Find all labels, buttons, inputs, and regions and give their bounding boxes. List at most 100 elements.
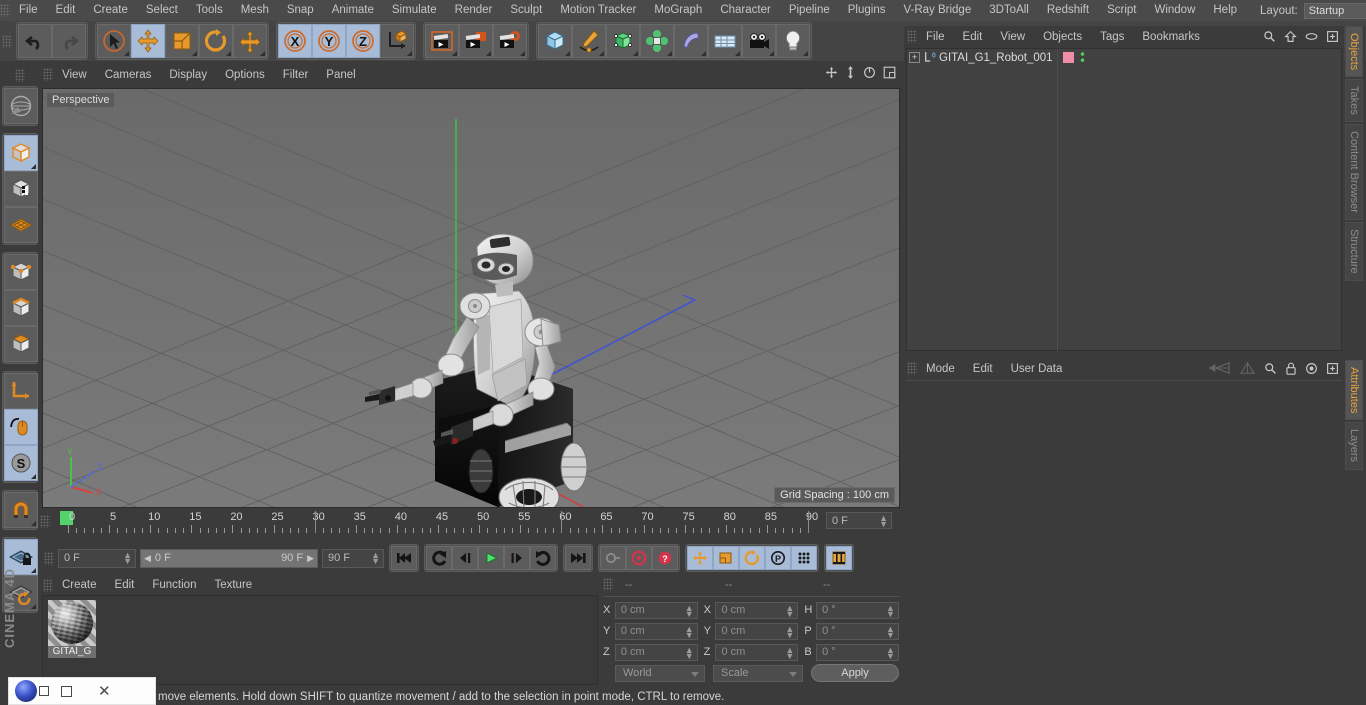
- object-menu-bookmarks[interactable]: Bookmarks: [1133, 27, 1209, 47]
- menu-animate[interactable]: Animate: [323, 0, 383, 21]
- viewport-menu-filter[interactable]: Filter: [274, 65, 318, 85]
- make-editable-icon[interactable]: [4, 135, 38, 171]
- current-frame-input[interactable]: 0 F ▲ ▼: [58, 548, 136, 568]
- transport-grip[interactable]: [44, 551, 54, 565]
- menu-v-ray-bridge[interactable]: V-Ray Bridge: [894, 0, 980, 21]
- coordinate-mode-dropdown[interactable]: Scale: [713, 664, 803, 682]
- add-layer-icon[interactable]: [1326, 30, 1339, 43]
- menu-redshift[interactable]: Redshift: [1038, 0, 1098, 21]
- preview-range-slider[interactable]: ◀ 0 F 90 F ▶: [140, 548, 318, 568]
- texture-mode-icon[interactable]: [4, 207, 38, 243]
- generator-icon[interactable]: [606, 24, 640, 58]
- document-end-input[interactable]: 90 F ▲ ▼: [322, 548, 384, 568]
- axis-y-icon[interactable]: Y: [312, 24, 346, 58]
- pos-y-input[interactable]: 0 cm ▲ ▼: [614, 622, 698, 640]
- rot-b-input[interactable]: 0 ° ▲ ▼: [816, 643, 899, 661]
- spinner-icon[interactable]: ▲ ▼: [685, 624, 694, 639]
- viewport-3d[interactable]: Perspective Grid Spacing : 100 cm Y X Z: [42, 88, 900, 508]
- spinner-icon[interactable]: ▲ ▼: [886, 603, 895, 618]
- spline-pen-icon[interactable]: [572, 24, 606, 58]
- key-pla-icon[interactable]: [791, 546, 817, 570]
- key-scale-icon[interactable]: [713, 546, 739, 570]
- menu-select[interactable]: Select: [137, 0, 187, 21]
- search-icon[interactable]: [1263, 30, 1276, 43]
- menu-edit[interactable]: Edit: [47, 0, 85, 21]
- pos-z-input[interactable]: 0 cm ▲ ▼: [614, 643, 698, 661]
- menu-file[interactable]: File: [10, 0, 47, 21]
- menu-simulate[interactable]: Simulate: [383, 0, 446, 21]
- object-axis-icon[interactable]: [4, 373, 38, 409]
- spinner-icon[interactable]: ▲ ▼: [371, 550, 380, 565]
- key-rotation-icon[interactable]: [739, 546, 765, 570]
- spinner-icon[interactable]: ▲ ▼: [685, 603, 694, 618]
- attribute-menu-mode[interactable]: Mode: [917, 359, 964, 379]
- apply-button[interactable]: Apply: [811, 664, 899, 682]
- record-keyframe-icon[interactable]: [626, 546, 652, 570]
- object-menu-view[interactable]: View: [991, 27, 1034, 47]
- tab-objects[interactable]: Objects: [1345, 26, 1363, 78]
- spinner-icon[interactable]: ▲ ▼: [785, 624, 794, 639]
- axis-x-icon[interactable]: X: [278, 24, 312, 58]
- coordinates-grip[interactable]: [603, 578, 613, 591]
- autokeying-icon[interactable]: ?: [652, 546, 678, 570]
- move-duplicate-icon[interactable]: [233, 24, 267, 58]
- viewport-menu-cameras[interactable]: Cameras: [96, 65, 161, 85]
- rot-h-input[interactable]: 0 ° ▲ ▼: [816, 601, 899, 619]
- viewport-grip[interactable]: [43, 68, 53, 81]
- timeline-grip[interactable]: [40, 515, 50, 528]
- magnet-icon[interactable]: [4, 492, 38, 528]
- deformer-icon[interactable]: [674, 24, 708, 58]
- select-cursor-icon[interactable]: [97, 24, 131, 58]
- overlay-window[interactable]: ✕: [8, 677, 156, 705]
- object-menu-edit[interactable]: Edit: [954, 27, 992, 47]
- menu-render[interactable]: Render: [446, 0, 502, 21]
- toolbar-grip[interactable]: [2, 34, 12, 48]
- menu-tools[interactable]: Tools: [187, 0, 232, 21]
- model-mode-icon[interactable]: [4, 171, 38, 207]
- rot-p-input[interactable]: 0 ° ▲ ▼: [816, 622, 899, 640]
- spinner-icon[interactable]: ▲ ▼: [123, 550, 132, 565]
- object-tree-row[interactable]: + 0 GITAI_G1_Robot_001: [907, 49, 1341, 66]
- render-view-icon[interactable]: [425, 24, 459, 58]
- pos-x-input[interactable]: 0 cm ▲ ▼: [614, 601, 698, 619]
- tab-content-browser[interactable]: Content Browser: [1345, 124, 1363, 220]
- spinner-icon[interactable]: ▲ ▼: [886, 624, 895, 639]
- menu-window[interactable]: Window: [1145, 0, 1204, 21]
- tab-attributes[interactable]: Attributes: [1345, 360, 1363, 421]
- toggle-layout-icon[interactable]: [883, 66, 896, 79]
- menu-snap[interactable]: Snap: [278, 0, 323, 21]
- search-icon[interactable]: [1264, 362, 1277, 375]
- key-parameter-icon[interactable]: P: [765, 546, 791, 570]
- size-x-input[interactable]: 0 cm ▲ ▼: [715, 601, 799, 619]
- render-settings-icon[interactable]: [493, 24, 527, 58]
- display-color-tag-icon[interactable]: [1062, 52, 1074, 63]
- go-to-start-icon[interactable]: [391, 546, 417, 570]
- timeline-toggle-icon[interactable]: [826, 546, 852, 570]
- range-right-arrow-icon[interactable]: ▶: [307, 553, 314, 564]
- layout-dropdown[interactable]: Startup: [1303, 2, 1366, 19]
- material-menu-edit[interactable]: Edit: [106, 575, 144, 595]
- robot-model[interactable]: [43, 89, 900, 508]
- maximize-icon[interactable]: [61, 685, 72, 697]
- environment-icon[interactable]: [708, 24, 742, 58]
- step-back-icon[interactable]: [452, 546, 478, 570]
- material-menu-texture[interactable]: Texture: [205, 575, 261, 595]
- viewport-menu-options[interactable]: Options: [216, 65, 274, 85]
- expand-toggle-icon[interactable]: +: [909, 52, 920, 63]
- spinner-icon[interactable]: ▲ ▼: [879, 514, 888, 529]
- menu-help[interactable]: Help: [1204, 0, 1246, 21]
- play-reverse-loop-icon[interactable]: [426, 546, 452, 570]
- menu-sculpt[interactable]: Sculpt: [501, 0, 551, 21]
- polygons-mode-icon[interactable]: [4, 326, 38, 362]
- play-loop-icon[interactable]: [530, 546, 556, 570]
- viewport-menu-display[interactable]: Display: [160, 65, 216, 85]
- points-mode-icon[interactable]: [4, 254, 38, 290]
- spinner-icon[interactable]: ▲ ▼: [785, 603, 794, 618]
- bookmark-forward-icon[interactable]: [1239, 361, 1256, 375]
- bookmark-back-icon[interactable]: [1207, 361, 1231, 375]
- light-icon[interactable]: [776, 24, 810, 58]
- tab-layers[interactable]: Layers: [1345, 422, 1363, 470]
- spinner-icon[interactable]: ▲ ▼: [886, 645, 895, 660]
- go-to-end-icon[interactable]: [565, 546, 591, 570]
- viewport-menu-panel[interactable]: Panel: [317, 65, 364, 85]
